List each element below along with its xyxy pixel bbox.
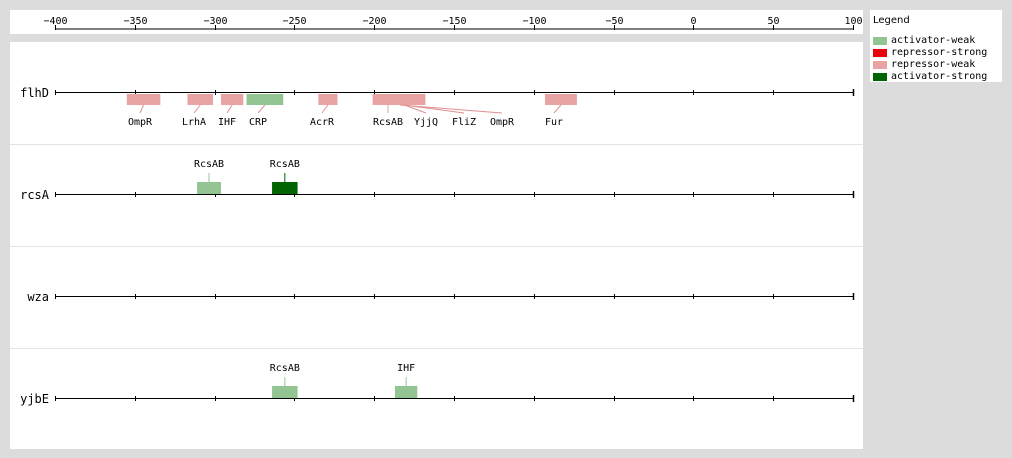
site-connector [321,104,329,114]
axis-tick-label: −300 [203,16,227,27]
gene-label: flhD [20,86,49,100]
binding-site [197,182,221,194]
site-label: CRP [249,117,267,128]
site-label: OmpR [490,117,515,128]
site-connector [553,104,562,114]
axis-tick-label: 100 [844,16,862,27]
binding-site [318,94,338,105]
site-label: OmpR [128,117,153,128]
site-label: RcsAB [194,159,224,170]
binding-site [394,386,418,398]
axis-tick-label: −100 [522,16,546,27]
axis-tick-label: −250 [282,16,306,27]
axis-tick-label: −50 [605,16,623,27]
binding-site [374,94,426,105]
site-label: Fur [545,117,563,128]
axis-tick-label: −200 [362,16,386,27]
gene-label: yjbE [20,392,49,406]
site-label: FliZ [452,117,476,128]
axis-tick-label: −350 [123,16,147,27]
gene-label: wza [27,290,49,304]
site-label: AcrR [310,117,335,128]
site-label: LrhA [182,117,206,128]
site-label: RcsAB [373,117,403,128]
binding-site [187,94,214,105]
axis-tick-label: −150 [442,16,466,27]
binding-site [272,182,298,194]
axis-tick-label: 50 [767,16,779,27]
site-connector [226,104,233,114]
binding-site [126,94,161,105]
site-label: YjjQ [414,117,438,128]
binding-site [246,94,284,105]
axis-tick-label: 0 [690,16,696,27]
binding-site [544,94,577,105]
binding-site [272,386,298,398]
site-label: RcsAB [270,363,300,374]
site-label: RcsAB [270,159,300,170]
site-label: IHF [218,117,236,128]
promoter-diagram: −400 −350 −300 −250 −200 −150 −100 −50 0 50 100 flh… [10,16,863,406]
site-connector [193,104,201,114]
site-label: IHF [397,363,415,374]
site-connector [257,104,266,114]
axis-tick-label: −400 [43,16,67,27]
site-connector [139,104,145,114]
gene-label: rcsA [20,188,50,202]
binding-site [220,94,244,105]
